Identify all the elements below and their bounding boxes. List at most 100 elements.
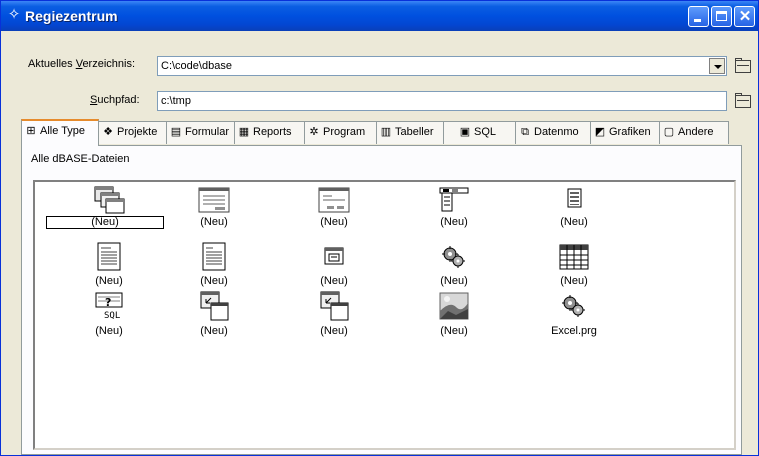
new-datamodule-icon	[200, 291, 229, 321]
item-caption: (Neu)	[320, 275, 348, 287]
item-caption: (Neu)	[560, 216, 588, 228]
new-popup-menu-icon	[567, 188, 582, 208]
item-caption: (Neu)	[200, 216, 228, 228]
window-title: Regiezentrum	[25, 8, 118, 24]
folder-icon	[735, 60, 751, 73]
tab-label: Grafiken	[609, 126, 651, 138]
close-icon: ✕	[738, 8, 752, 25]
other-icon: ▢	[663, 126, 675, 138]
category-tabs: ⊞ Alle Type ❖ Projekte ▤ Formular ▦ Reports …	[21, 119, 741, 146]
tab-label: Andere	[678, 126, 714, 138]
list-item-new-menu[interactable]: (Neu)	[399, 185, 509, 235]
tab-label: Datenmo	[534, 126, 579, 138]
tab-label: Projekte	[117, 126, 158, 138]
folder-icon	[735, 95, 751, 108]
new-image-icon	[439, 292, 469, 320]
list-item-new-project[interactable]: (Neu)	[46, 185, 164, 235]
search-path-label-suffix: uchpfad:	[97, 94, 140, 106]
item-caption: (Neu)	[440, 216, 468, 228]
program-gears-icon	[562, 295, 585, 317]
list-item-new-custom-form[interactable]: (Neu)	[279, 185, 389, 235]
tab-label: Formular	[185, 126, 230, 138]
directory-label: Aktuelles Verzeichnis:	[28, 58, 135, 70]
tab-images[interactable]: ◩ Grafiken	[590, 121, 660, 144]
search-path-field[interactable]: c:\tmp	[157, 91, 727, 111]
directory-combobox[interactable]: C:\code\dbase	[157, 56, 727, 76]
list-item-excel-prg[interactable]: Excel.prg	[519, 295, 629, 345]
new-custom-component-icon	[324, 247, 344, 265]
list-item-new-label-report[interactable]: (Neu)	[159, 242, 269, 295]
tab-all-types[interactable]: ⊞ Alle Type	[21, 119, 99, 146]
item-caption: (Neu)	[95, 275, 123, 287]
new-custom-form-icon	[318, 187, 350, 213]
tab-programs[interactable]: ✲ Program	[304, 121, 377, 144]
tab-reports[interactable]: ▦ Reports	[234, 121, 305, 144]
form-icon: ▤	[170, 126, 182, 138]
list-item-new-datamodule[interactable]: (Neu)	[159, 291, 269, 345]
minimize-icon	[694, 19, 701, 22]
tab-label: Tabeller	[395, 126, 434, 138]
program-icon: ✲	[309, 126, 319, 138]
svg-text:SQL: SQL	[104, 311, 120, 321]
item-caption: (Neu)	[320, 216, 348, 228]
search-path-value: c:\tmp	[161, 95, 191, 107]
folder-line-icon	[737, 100, 749, 101]
new-form-icon	[198, 187, 230, 213]
new-custom-datamodule-icon	[320, 291, 349, 321]
tab-label: SQL	[474, 126, 497, 138]
item-caption: (Neu)	[200, 325, 228, 337]
maximize-button[interactable]	[711, 6, 732, 27]
tab-label: Program	[323, 126, 366, 138]
maximize-icon	[716, 11, 727, 21]
directory-browse-button[interactable]	[734, 57, 754, 76]
item-caption: (Neu)	[200, 275, 228, 287]
tab-forms[interactable]: ▤ Formular	[166, 121, 235, 144]
tab-tables[interactable]: ▥ Tabeller	[376, 121, 444, 144]
tab-panel: Alle dBASE-Dateien (Neu) (Neu) (Neu) (Ne…	[21, 145, 742, 455]
new-report-icon	[97, 242, 121, 271]
image-icon: ◩	[594, 126, 606, 138]
list-item-new-form[interactable]: (Neu)	[159, 185, 269, 235]
list-item-new-custom-datamodule[interactable]: (Neu)	[279, 291, 389, 345]
list-item-new-program[interactable]: (Neu)	[399, 245, 509, 295]
list-item-new-custom-component[interactable]: (Neu)	[279, 245, 389, 295]
list-item-new-popup-menu[interactable]: (Neu)	[519, 185, 629, 235]
sql-icon: ▣	[459, 126, 471, 138]
tab-sql[interactable]: ▣ SQL	[443, 121, 516, 144]
item-caption: (Neu)	[46, 216, 164, 229]
report-icon: ▦	[238, 126, 250, 138]
project-icon: ❖	[103, 126, 113, 138]
item-caption: Excel.prg	[551, 325, 597, 337]
list-item-new-image[interactable]: (Neu)	[399, 292, 509, 345]
list-item-new-sql[interactable]: ? SQL (Neu)	[54, 292, 164, 345]
item-caption: (Neu)	[560, 275, 588, 287]
item-caption: (Neu)	[95, 325, 123, 337]
regiezentrum-window: ✧ Regiezentrum ✕ Aktuelles Verzeichnis: …	[0, 0, 759, 456]
tab-datamodules[interactable]: ⧉ Datenmo	[515, 121, 591, 144]
new-table-icon	[559, 244, 589, 270]
search-path-browse-button[interactable]	[734, 92, 754, 111]
list-item-new-table[interactable]: (Neu)	[519, 244, 629, 295]
item-caption: (Neu)	[320, 325, 348, 337]
panel-title: Alle dBASE-Dateien	[31, 153, 130, 165]
table-icon: ▥	[380, 126, 392, 138]
item-caption: (Neu)	[440, 325, 468, 337]
tab-other[interactable]: ▢ Andere	[659, 121, 729, 144]
directory-value: C:\code\dbase	[161, 60, 232, 72]
new-label-report-icon	[202, 242, 226, 271]
dbase-diamond-icon[interactable]: ✧	[5, 6, 23, 24]
directory-dropdown-button[interactable]	[709, 58, 725, 74]
tab-projects[interactable]: ❖ Projekte	[98, 121, 167, 144]
list-item-new-report[interactable]: (Neu)	[54, 242, 164, 295]
new-program-icon	[442, 246, 465, 268]
all-types-icon: ⊞	[26, 125, 36, 137]
directory-label-suffix: erzeichnis:	[82, 58, 136, 70]
new-project-icon	[94, 186, 125, 214]
minimize-button[interactable]	[688, 6, 709, 27]
tab-label: Reports	[253, 126, 292, 138]
title-bar[interactable]: ✧ Regiezentrum ✕	[1, 1, 758, 31]
close-button[interactable]: ✕	[734, 6, 755, 27]
new-menu-icon	[439, 187, 469, 212]
file-list[interactable]: (Neu) (Neu) (Neu) (Neu) (Neu) (Neu) (Neu…	[33, 180, 736, 450]
search-path-label: Suchpfad:	[90, 94, 140, 106]
